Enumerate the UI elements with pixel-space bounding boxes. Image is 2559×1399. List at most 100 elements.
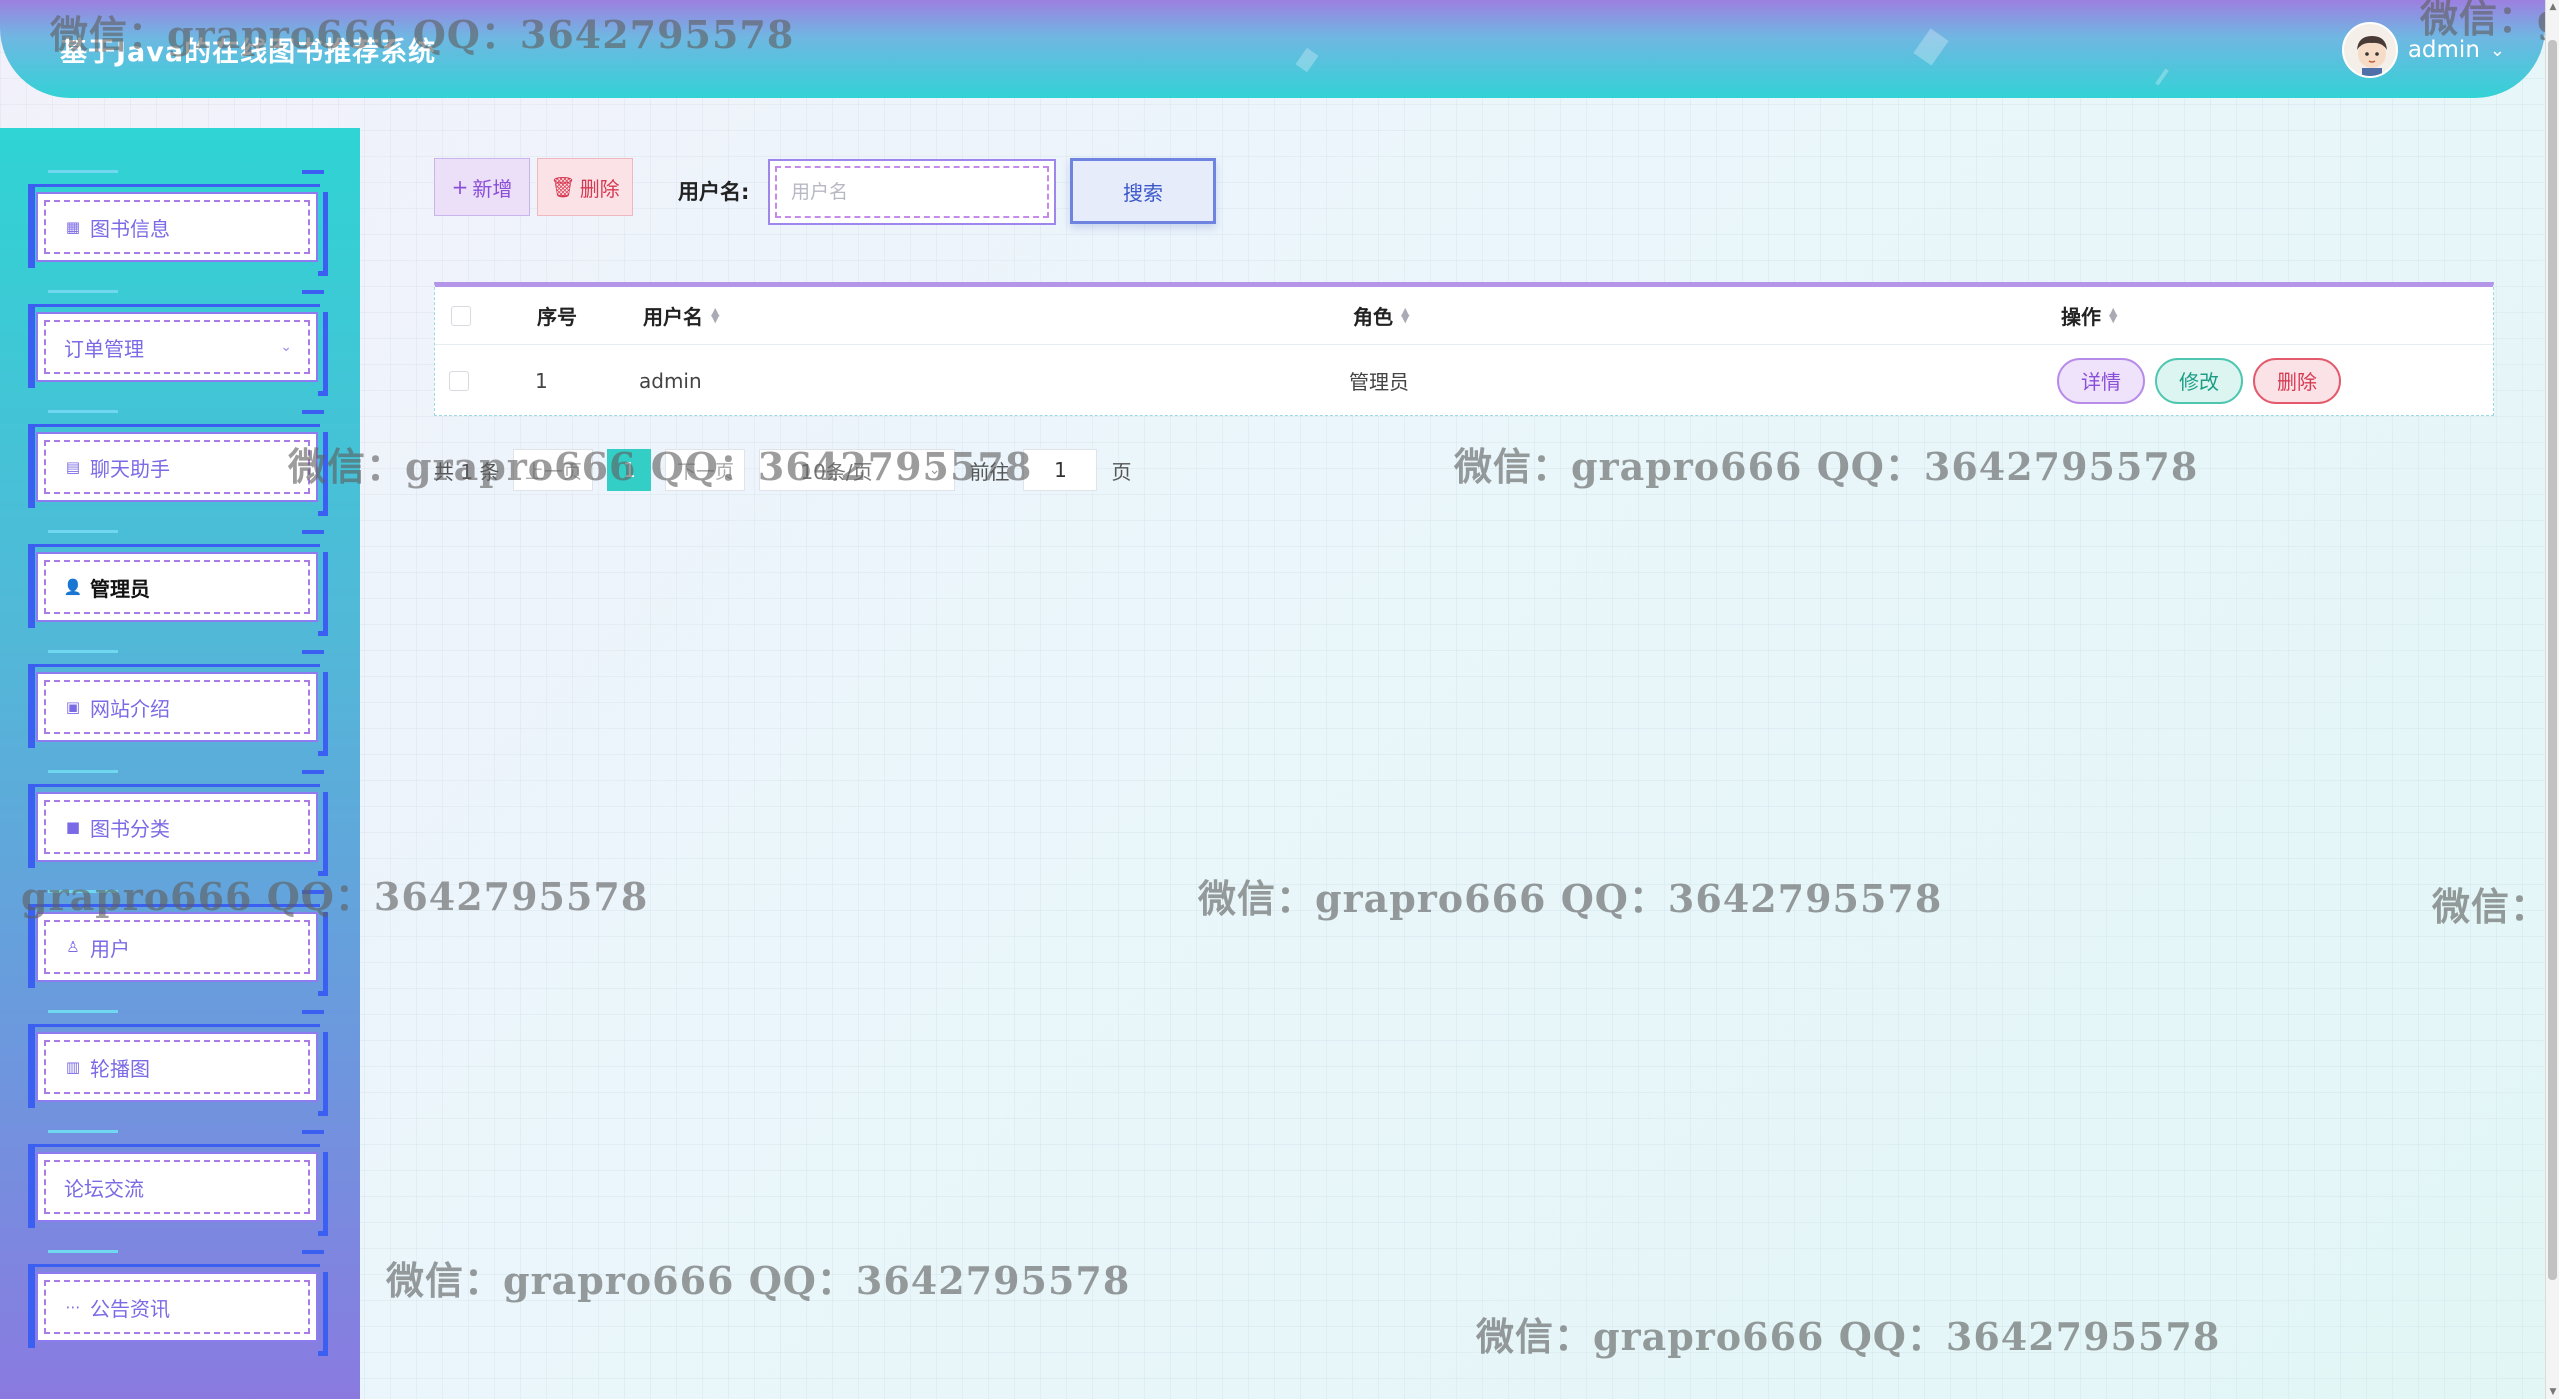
sidebar-item-administrator[interactable]: 👤 管理员 <box>28 530 328 636</box>
header-cell-username[interactable]: 用户名 ▲ ▼ <box>643 287 719 344</box>
watermark-text: 微信：grapro666 QQ：3642795578 <box>1454 444 2199 489</box>
scroll-up-arrow-icon[interactable]: ▲ <box>2547 2 2559 12</box>
menu-box: ♙ 用户 <box>36 912 318 982</box>
menu-inner: 👤 管理员 <box>44 560 310 614</box>
search-label: 用户名: <box>678 180 750 204</box>
header-cell-role[interactable]: 角色 ▲ ▼ <box>1353 287 1409 344</box>
menu-box: ▤ 聊天助手 <box>36 432 318 502</box>
sidebar-item-website-intro[interactable]: ▣ 网站介绍 <box>28 650 328 756</box>
watermark-text: 微信：grapro666 QQ：3642795578 <box>1476 1314 2221 1359</box>
watermark-text: 微信：grapro666 QQ：3642795578 <box>2420 0 2559 41</box>
menu-decoration <box>48 1250 118 1253</box>
page-unit-label: 页 <box>1111 459 1132 484</box>
column-header-actions: 操作 <box>2061 305 2101 329</box>
menu-frame <box>318 792 328 876</box>
edit-button[interactable]: 修改 <box>2155 357 2243 404</box>
watermark-text: 微信：grapro666 QQ：3642795578 <box>2432 884 2559 929</box>
menu-inner: 论坛交流 <box>44 1160 310 1214</box>
column-header-username: 用户名 <box>643 305 703 329</box>
scrollbar-thumb[interactable] <box>2548 40 2557 1280</box>
menu-box: ⋯ 公告资讯 <box>36 1272 318 1342</box>
sort-icon[interactable]: ▲ ▼ <box>1401 306 1409 323</box>
menu-inner: ▥ 轮播图 <box>44 1040 310 1094</box>
menu-decoration <box>302 290 324 294</box>
watermark-text: 微信：grapro666 QQ：3642795578 <box>288 444 1033 489</box>
notice-icon: ⋯ <box>65 1298 81 1316</box>
menu-decoration <box>48 170 118 173</box>
sort-icon[interactable]: ▲ ▼ <box>2109 306 2117 323</box>
admin-user-icon: 👤 <box>63 578 83 596</box>
add-button-label: 新增 <box>472 176 513 201</box>
vertical-scrollbar[interactable]: ▲ ▼ <box>2545 0 2559 1399</box>
website-icon: ▣ <box>65 698 81 716</box>
avatar-illustration-icon <box>2356 36 2387 76</box>
header-cell-actions[interactable]: 操作 ▲ ▼ <box>2061 287 2117 344</box>
menu-decoration <box>302 170 324 174</box>
sidebar-item-label: 用户 <box>90 936 130 961</box>
menu-decoration <box>302 1250 324 1254</box>
select-all-checkbox[interactable] <box>451 305 471 326</box>
sidebar-item-label: 公告资讯 <box>90 1296 170 1321</box>
search-button[interactable]: 搜索 <box>1070 158 1216 224</box>
goto-page-input[interactable]: 1 <box>1023 449 1098 491</box>
watermark-text: 微信：grapro666 QQ：3642795578 <box>50 12 795 57</box>
menu-inner: ⋯ 公告资讯 <box>44 1280 310 1334</box>
menu-box: ▦ 图书信息 <box>36 192 318 262</box>
header-decoration <box>1913 28 1949 66</box>
menu-decoration <box>48 410 118 413</box>
menu-decoration <box>48 530 118 533</box>
sidebar-item-carousel[interactable]: ▥ 轮播图 <box>28 1010 328 1116</box>
menu-box: 👤 管理员 <box>36 552 318 622</box>
menu-decoration <box>48 1010 118 1013</box>
carousel-icon: ▥ <box>65 1058 81 1076</box>
sidebar-item-forum[interactable]: 论坛交流 <box>28 1130 328 1236</box>
sidebar-item-book-info[interactable]: ▦ 图书信息 <box>28 170 328 276</box>
watermark-text: 微信：grapro666 QQ：3642795578 <box>0 874 649 919</box>
column-header-role: 角色 <box>1353 305 1393 329</box>
menu-decoration <box>302 530 324 534</box>
menu-frame <box>318 1152 328 1236</box>
detail-button[interactable]: 详情 <box>2057 357 2145 404</box>
menu-inner: ■ 图书分类 <box>44 800 310 854</box>
add-button[interactable]: + 新增 <box>434 158 530 216</box>
menu-frame <box>318 1032 328 1116</box>
sidebar-item-order-management[interactable]: 订单管理 ⌄ <box>28 290 328 396</box>
sidebar-item-label: 管理员 <box>90 576 150 601</box>
menu-decoration <box>302 650 324 654</box>
sidebar-item-label: 网站介绍 <box>90 696 170 721</box>
sidebar-item-label: 轮播图 <box>90 1056 150 1081</box>
search-field-wrapper <box>768 159 1056 225</box>
sidebar-item-label: 聊天助手 <box>90 456 170 481</box>
menu-frame <box>318 552 328 636</box>
row-cell-select <box>449 345 469 416</box>
header-decoration <box>2155 68 2169 86</box>
plus-icon: + <box>451 175 469 199</box>
row-cell-role: 管理员 <box>1349 370 1409 394</box>
avatar[interactable] <box>2341 22 2398 78</box>
row-checkbox[interactable] <box>449 370 469 391</box>
sidebar-item-announcements[interactable]: ⋯ 公告资讯 <box>28 1250 328 1356</box>
sort-icon[interactable]: ▲ ▼ <box>711 306 719 323</box>
column-header-index: 序号 <box>537 305 577 329</box>
menu-box: ▣ 网站介绍 <box>36 672 318 742</box>
table-header: 序号 用户名 ▲ ▼ 角色 ▲ ▼ 操作 ▲ ▼ <box>435 287 2493 345</box>
header-cell-select <box>451 287 471 344</box>
menu-inner: ▤ 聊天助手 <box>44 440 310 494</box>
sidebar-item-book-category[interactable]: ■ 图书分类 <box>28 770 328 876</box>
sidebar-item-label: 图书分类 <box>90 816 170 841</box>
delete-row-button[interactable]: 删除 <box>2253 357 2341 404</box>
row-cell-index: 1 <box>535 368 548 393</box>
delete-button-label: 删除 <box>579 176 620 201</box>
menu-frame <box>318 1272 328 1356</box>
menu-inner: ▦ 图书信息 <box>44 200 310 254</box>
menu-frame <box>318 912 328 996</box>
user-icon: ♙ <box>66 938 80 956</box>
menu-frame <box>318 192 328 276</box>
menu-frame <box>318 312 328 396</box>
menu-decoration <box>48 1130 118 1133</box>
scroll-down-arrow-icon[interactable]: ▼ <box>2547 1387 2559 1397</box>
username-search-input[interactable] <box>775 166 1049 218</box>
menu-box: 订单管理 ⌄ <box>36 312 318 382</box>
sidebar-item-chat-assistant[interactable]: ▤ 聊天助手 <box>28 410 328 516</box>
batch-delete-button[interactable]: 🗑 删除 <box>537 158 633 216</box>
